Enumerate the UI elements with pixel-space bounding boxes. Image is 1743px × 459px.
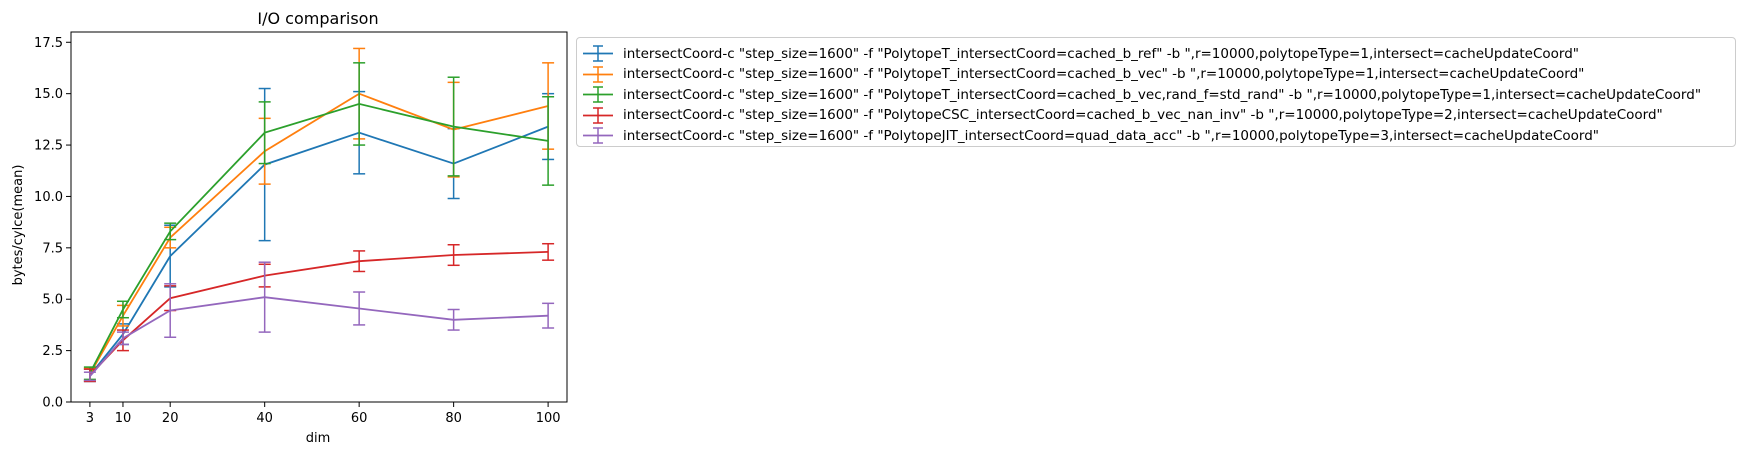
legend-swatch <box>583 86 613 103</box>
x-tick-label: 40 <box>256 411 273 426</box>
y-tick-label: 12.5 <box>34 139 63 154</box>
legend-swatch <box>583 65 613 83</box>
legend-label: intersectCoord-c "step_size=1600" -f "Po… <box>623 66 1585 82</box>
legend-label: intersectCoord-c "step_size=1600" -f "Po… <box>623 86 1702 103</box>
y-tick-label: 0.0 <box>42 396 63 411</box>
chart-container: I/O comparison dim bytes/cylce(mean) 3 10… <box>0 0 1743 455</box>
legend-item-1: intersectCoord-c "step_size=1600" -f "Po… <box>577 43 1579 64</box>
y-tick-label: 5.0 <box>42 293 63 308</box>
series-line-3 <box>89 102 549 374</box>
plot-area: 3 10 20 40 60 80 100 0.0 2.5 5.0 7.5 10.0 12.5 15.0 17… <box>34 31 568 426</box>
legend-swatch <box>583 45 613 62</box>
x-tick-label: 100 <box>536 411 561 426</box>
legend-swatch <box>583 127 613 144</box>
x-tick-label: 80 <box>445 411 462 426</box>
legend-label: intersectCoord-c "step_size=1600" -f "Po… <box>623 127 1600 144</box>
x-tick-label: 10 <box>115 411 132 426</box>
y-tick-label: 10.0 <box>34 190 63 205</box>
legend-swatch <box>583 106 613 124</box>
legend: intersectCoord-c "step_size=1600" -f "Po… <box>576 37 1736 147</box>
plot-frame <box>70 31 568 403</box>
x-tick-label: 20 <box>162 411 179 426</box>
x-tick-label: 3 <box>86 411 94 426</box>
y-axis-label: bytes/cylce(mean) <box>11 165 26 286</box>
y-tick-label: 2.5 <box>42 344 63 359</box>
y-tick-label: 17.5 <box>34 36 63 51</box>
legend-label: intersectCoord-c "step_size=1600" -f "Po… <box>623 107 1663 123</box>
legend-label: intersectCoord-c "step_size=1600" -f "Po… <box>623 45 1579 62</box>
legend-item-3: intersectCoord-c "step_size=1600" -f "Po… <box>577 84 1701 105</box>
y-tick-label: 7.5 <box>42 241 63 256</box>
chart-title: I/O comparison <box>257 9 378 28</box>
x-tick-label: 60 <box>351 411 368 426</box>
y-tick-label: 15.0 <box>34 87 63 102</box>
series-line-2 <box>89 92 549 375</box>
legend-item-2: intersectCoord-c "step_size=1600" -f "Po… <box>577 64 1584 85</box>
series-line-4 <box>89 251 549 376</box>
legend-item-4: intersectCoord-c "step_size=1600" -f "Po… <box>577 105 1663 126</box>
x-axis-label: dim <box>306 431 331 446</box>
legend-item-5: intersectCoord-c "step_size=1600" -f "Po… <box>577 125 1599 146</box>
